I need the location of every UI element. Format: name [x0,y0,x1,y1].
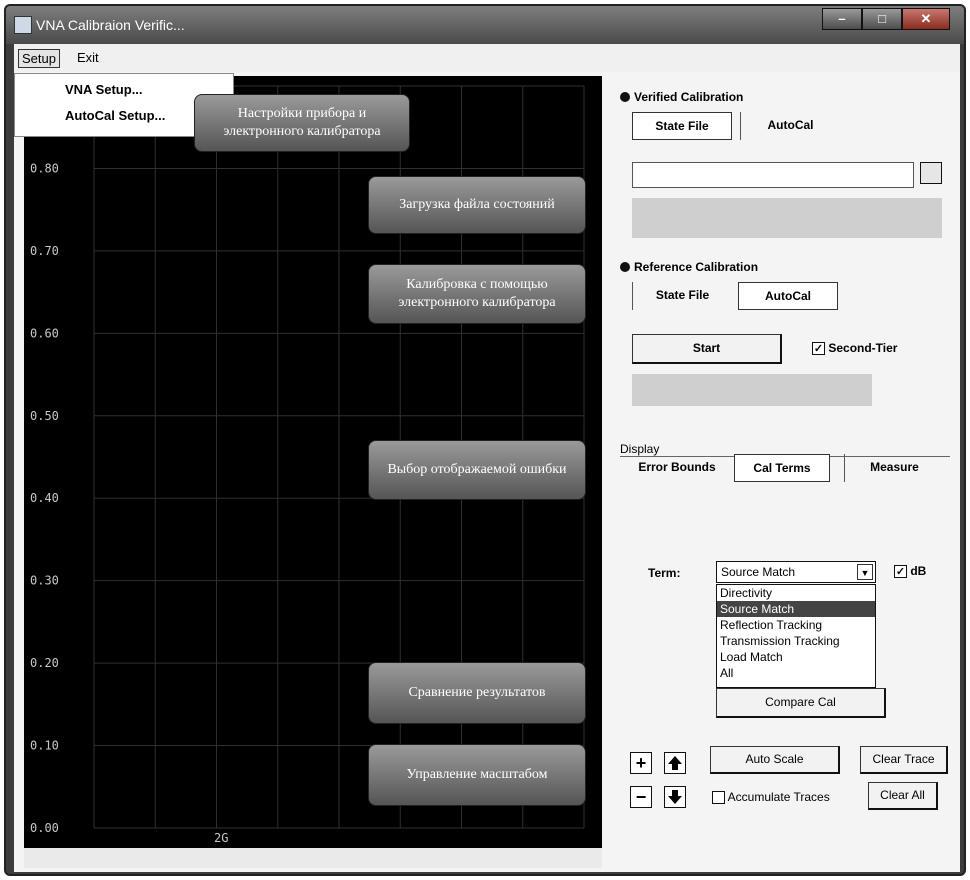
verified-calibration-title: Verified Calibration [620,90,743,104]
maximize-button[interactable]: □ [862,8,902,30]
y-tick-label: 0.00 [30,821,59,835]
bullet-icon [620,92,630,102]
term-option-all[interactable]: All [717,665,875,681]
term-option-directivity[interactable]: Directivity [717,585,875,601]
reference-status-area [632,374,872,406]
reference-calibration-label: Reference Calibration [634,260,759,274]
term-option-transmission-tracking[interactable]: Transmission Tracking [717,633,875,649]
zoom-out-button[interactable]: − [630,786,652,808]
y-tick-label: 0.50 [30,409,59,423]
accumulate-traces-label: Accumulate Traces [727,790,830,804]
annotation-compare: Сравнение результатов [368,662,586,724]
menu-bar: Setup Exit [14,44,960,73]
db-checkbox[interactable]: ✓ [894,565,907,579]
app-window: VNA Calibraion Verific... – □ ✕ Setup Ex… [4,4,966,876]
term-label: Term: [648,566,681,580]
second-tier-label: Second-Tier [828,341,898,355]
term-option-source-match[interactable]: Source Match [717,601,875,617]
tab-error-bounds[interactable]: Error Bounds [628,454,726,482]
window-title: VNA Calibraion Verific... [36,17,185,33]
db-option[interactable]: ✓ dB [894,564,927,579]
term-option-reflection-tracking[interactable]: Reflection Tracking [717,617,875,633]
accumulate-traces-option[interactable]: Accumulate Traces [712,790,830,805]
y-tick-label: 0.70 [30,244,59,258]
menu-exit[interactable]: Exit [74,49,102,66]
second-tier-option[interactable]: ✓ Second-Tier [812,341,898,356]
term-options-list[interactable]: Directivity Source Match Reflection Trac… [716,584,876,688]
verified-file-path-field[interactable] [632,162,914,188]
second-tier-checkbox[interactable]: ✓ [812,342,825,356]
folder-icon[interactable] [920,162,942,184]
menu-setup[interactable]: Setup [18,49,60,68]
term-select-value: Source Match [721,565,796,579]
menu-vna-setup[interactable]: VNA Setup... [65,82,143,97]
tab-reference-state-file[interactable]: State File [632,282,732,310]
term-option-load-match[interactable]: Load Match [717,649,875,665]
tab-cal-terms[interactable]: Cal Terms [734,454,830,482]
accumulate-traces-checkbox[interactable] [712,791,725,805]
annotation-error-select: Выбор отображаемой ошибки [368,440,586,500]
y-tick-label: 0.20 [30,656,59,670]
y-tick-label: 0.80 [30,161,59,175]
annotation-ecal: Калибровка с помощью электронного калибр… [368,264,586,324]
auto-scale-button[interactable]: Auto Scale [710,746,840,774]
tab-verified-autocal[interactable]: AutoCal [740,112,840,140]
minimize-button[interactable]: – [822,8,862,30]
arrow-up-icon [668,756,682,770]
verified-status-area [632,198,942,238]
clear-all-button[interactable]: Clear All [868,782,938,810]
term-select[interactable]: Source Match ▼ [716,561,876,583]
menu-autocal-setup[interactable]: AutoCal Setup... [65,108,165,123]
start-button[interactable]: Start [632,334,782,364]
app-icon [14,16,32,34]
down-arrow-button[interactable] [664,786,686,808]
arrow-down-icon [668,790,682,804]
db-label: dB [910,564,927,578]
y-tick-label: 0.10 [30,739,59,753]
clear-trace-button[interactable]: Clear Trace [860,746,948,774]
annotation-instrument-setup: Настройки прибора и электронного калибра… [194,94,410,152]
bullet-icon [620,262,630,272]
x-tick-label: 2G [214,831,228,845]
compare-cal-button[interactable]: Compare Cal [716,688,886,718]
chevron-down-icon[interactable]: ▼ [857,564,873,580]
up-arrow-button[interactable] [664,752,686,774]
window-controls: – □ ✕ [822,8,950,30]
plot-footer [24,848,602,868]
zoom-in-button[interactable]: + [630,752,652,774]
title-bar: VNA Calibraion Verific... – □ ✕ [6,6,964,44]
annotation-scale: Управление масштабом [368,744,586,806]
tab-measure[interactable]: Measure [844,454,944,482]
control-panel: Verified Calibration State File AutoCal … [612,76,958,872]
close-button[interactable]: ✕ [902,8,950,30]
y-tick-label: 0.40 [30,491,59,505]
tab-reference-autocal[interactable]: AutoCal [738,282,838,310]
tab-verified-state-file[interactable]: State File [632,112,732,140]
reference-calibration-title: Reference Calibration [620,260,758,274]
annotation-load-state: Загрузка файла состояний [368,176,586,234]
y-tick-label: 0.60 [30,326,59,340]
y-tick-label: 0.30 [30,574,59,588]
verified-calibration-label: Verified Calibration [634,90,744,104]
